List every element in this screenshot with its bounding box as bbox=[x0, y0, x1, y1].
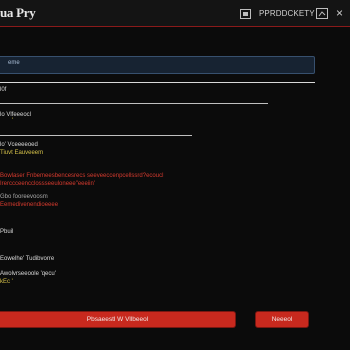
section-label: Pbuil bbox=[0, 229, 14, 235]
helper-text: Gbo fooreevoosm bbox=[0, 194, 48, 200]
top-nav-link[interactable]: PPRDDCKETY bbox=[259, 9, 315, 18]
error-text: Bowlaser Fnbemeesbencesrecs seeveeccenpc… bbox=[0, 173, 164, 179]
field-label: lo Vlfeeeocl bbox=[0, 112, 32, 118]
required-mark: ' bbox=[12, 118, 14, 124]
hint-text: Tiuvt Eauveeem bbox=[0, 150, 44, 156]
close-icon[interactable]: × bbox=[336, 7, 343, 19]
divider bbox=[0, 82, 315, 83]
top-bar: ua Pry PPRDDCKETY × bbox=[0, 0, 350, 27]
app-logo: ua Pry bbox=[0, 5, 36, 20]
expand-icon[interactable] bbox=[316, 8, 328, 19]
hint-text: kEc ' bbox=[0, 279, 13, 285]
input-underline[interactable] bbox=[0, 135, 192, 136]
search-field[interactable]: eme bbox=[0, 56, 315, 74]
field-label: l0f bbox=[0, 87, 7, 93]
field-label: lo' Vceeeeoed bbox=[0, 142, 38, 148]
field-label: Eowelhe' Tudibvorre bbox=[0, 256, 55, 262]
field-label: Awolvrseeoole 'qecu' bbox=[0, 271, 56, 277]
error-text: Eemedivenendioeeee bbox=[0, 202, 59, 208]
search-field-label: eme bbox=[8, 60, 20, 66]
input-underline[interactable] bbox=[0, 103, 268, 104]
settings-icon[interactable] bbox=[240, 9, 251, 19]
app-window: ua Pry PPRDDCKETY × eme l0f lo Vlfeeeocl… bbox=[0, 0, 350, 350]
submit-button[interactable]: Pbsaeestl W Vllbeeol bbox=[0, 311, 236, 328]
cancel-button[interactable]: Neeeol bbox=[255, 311, 309, 328]
error-text: Irerccceencclossseeuloneee"eeeiin' bbox=[0, 181, 95, 187]
